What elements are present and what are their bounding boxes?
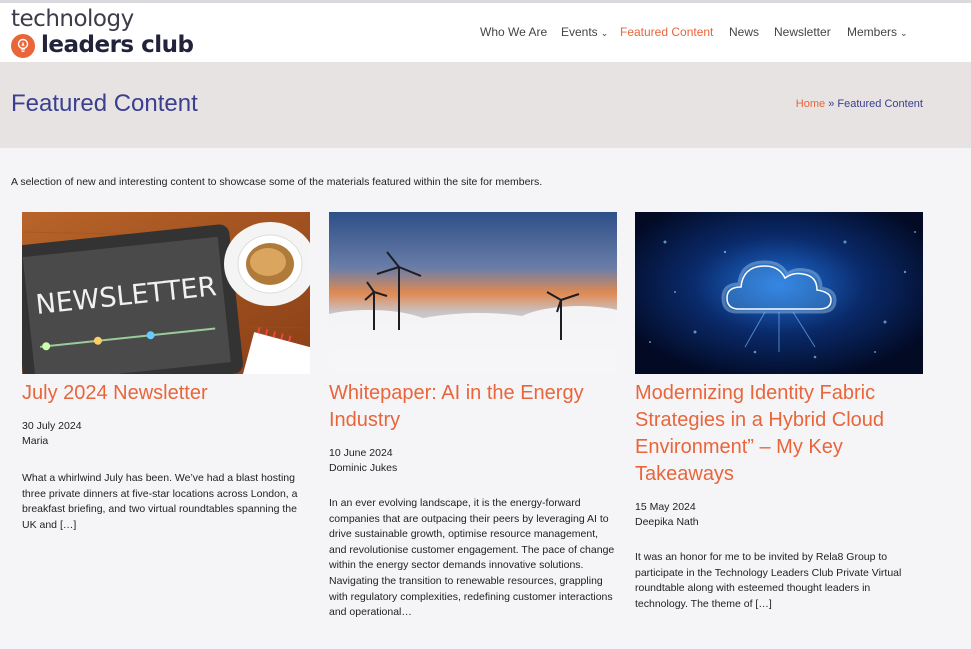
card-excerpt: In an ever evolving landscape, it is the… xyxy=(329,497,615,619)
card-date: 30 July 2024 xyxy=(22,420,82,432)
card-title[interactable]: Modernizing Identity Fabric Strategies i… xyxy=(635,380,923,488)
lightbulb-icon xyxy=(11,33,35,58)
page-hero: Featured Content Home » Featured Content xyxy=(0,62,971,148)
content-card: Whitepaper: AI in the Energy Industry 10… xyxy=(329,212,617,621)
chevron-down-icon: ⌄ xyxy=(900,28,908,38)
card-excerpt: It was an honor for me to be invited by … xyxy=(635,551,902,610)
breadcrumb-home-link[interactable]: Home xyxy=(796,98,825,110)
card-title[interactable]: Whitepaper: AI in the Energy Industry xyxy=(329,380,617,434)
card-title[interactable]: July 2024 Newsletter xyxy=(22,380,310,407)
page-title: Featured Content xyxy=(11,90,198,117)
nav-item-newsletter[interactable]: Newsletter xyxy=(774,25,831,39)
nav-item-events[interactable]: Events ⌄ xyxy=(561,25,608,39)
card-date: 15 May 2024 xyxy=(635,501,696,513)
card-thumbnail-wind-turbines[interactable] xyxy=(329,212,617,374)
card-author: Maria xyxy=(22,435,49,447)
nav-item-news[interactable]: News xyxy=(729,25,759,39)
chevron-down-icon: ⌄ xyxy=(600,28,609,38)
nav-item-members[interactable]: Members ⌄ xyxy=(847,25,908,39)
card-thumbnail-newsletter[interactable]: NEWSLETTER xyxy=(22,212,310,374)
logo-text-top: technology xyxy=(11,6,134,32)
nav-item-featured-content[interactable]: Featured Content xyxy=(620,25,713,39)
card-thumbnail-cloud[interactable] xyxy=(635,212,923,374)
nav-item-who-we-are[interactable]: Who We Are xyxy=(480,25,547,39)
intro-text: A selection of new and interesting conte… xyxy=(11,176,543,188)
breadcrumb-separator: » xyxy=(828,98,835,110)
logo-text-bottom: leaders club xyxy=(41,32,194,58)
card-author: Deepika Nath xyxy=(635,516,699,528)
site-header: technology leaders club Who We Are Event… xyxy=(0,0,971,62)
breadcrumb: Home » Featured Content xyxy=(796,98,923,110)
breadcrumb-current: Featured Content xyxy=(837,98,923,110)
content-card: NEWSLETTER July 2024 Newsletter 30 July … xyxy=(22,212,310,533)
site-logo[interactable]: technology leaders club xyxy=(11,6,194,58)
card-excerpt: What a whirlwind July has been. We’ve ha… xyxy=(22,472,298,531)
card-date: 10 June 2024 xyxy=(329,447,393,459)
content-card: Modernizing Identity Fabric Strategies i… xyxy=(635,212,923,612)
card-author: Dominic Jukes xyxy=(329,462,398,474)
